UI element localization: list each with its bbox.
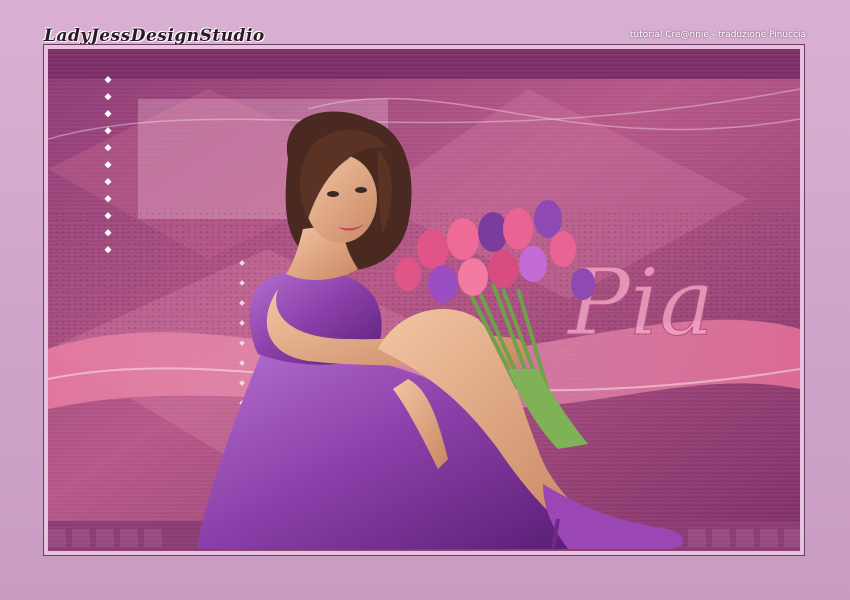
artwork-illustration: Pia xyxy=(48,49,800,551)
title-word: Pia xyxy=(566,249,714,356)
studio-signature: LadyJessDesignStudio xyxy=(44,26,265,46)
artwork-canvas: Pia xyxy=(48,49,800,551)
tutorial-credit: tutorial Cre@nnie - traduzione Pinuccia xyxy=(629,30,806,40)
